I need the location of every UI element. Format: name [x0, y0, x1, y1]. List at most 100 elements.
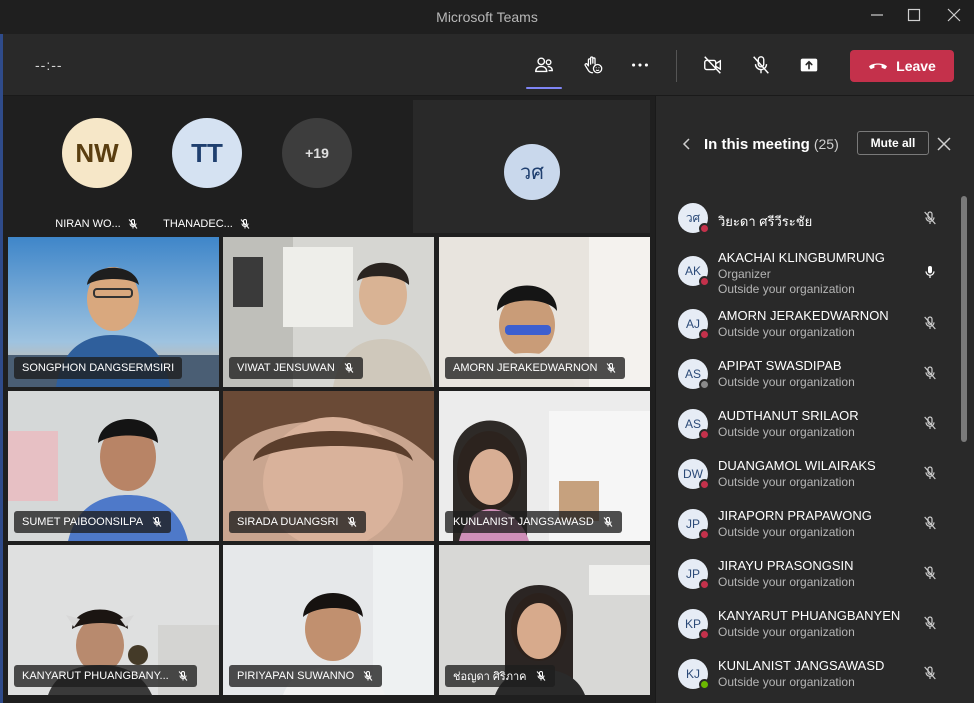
toolbar-divider — [676, 50, 677, 82]
video-tile[interactable]: KUNLANIST JANGSAWASD — [439, 391, 650, 541]
tile-name-label: SUMET PAIBOONSILPA — [14, 511, 172, 533]
tile-name-label: KUNLANIST JANGSAWASD — [445, 511, 622, 533]
participant-org: Outside your organization — [718, 425, 855, 439]
mic-off-icon — [924, 366, 936, 380]
mic-off-icon — [178, 671, 188, 681]
participant-name: AUDTHANUT SRILAOR — [718, 408, 859, 423]
panel-title: In this meeting (25) — [704, 136, 839, 153]
participant-name: JIRAPORN PRAPAWONG — [718, 508, 872, 523]
mic-off-icon — [753, 56, 769, 74]
participant-list: วศ วิยะดา ศรีวีระชัย AK AKACHAI KLINGBUM… — [656, 200, 961, 703]
participant-org: Outside your organization — [718, 575, 855, 589]
share-tray-icon — [800, 58, 818, 72]
avatar: JP — [678, 559, 710, 590]
tile-name-label: ช่อญดา ศิริภาค — [445, 665, 555, 687]
camera-toggle-button[interactable] — [699, 51, 727, 79]
video-tile[interactable]: AMORN JERAKEDWARNON — [439, 237, 650, 387]
avatar: วศ — [678, 203, 710, 234]
status-badge — [699, 679, 710, 690]
mic-off-icon — [363, 671, 373, 681]
people-icon — [535, 57, 553, 73]
camera-off-icon — [704, 56, 722, 74]
participant-name: วิยะดา ศรีวีระชัย — [718, 214, 813, 229]
video-tile[interactable]: SONGPHON DANGSERMSIRI — [8, 237, 219, 387]
participant-row[interactable]: AK AKACHAI KLINGBUMRUNG Organizer Outsid… — [656, 243, 961, 301]
status-badge — [699, 329, 710, 340]
minimize-icon[interactable] — [866, 6, 888, 28]
participant-row[interactable]: AS AUDTHANUT SRILAOR Outside your organi… — [656, 401, 961, 451]
status-badge — [699, 223, 710, 234]
participant-org: Outside your organization — [718, 675, 855, 689]
more-actions-button[interactable] — [626, 51, 654, 79]
participant-org: Outside your organization — [718, 325, 855, 339]
video-tile[interactable]: SIRADA DUANGSRI — [223, 391, 434, 541]
more-participants-button[interactable]: +19 — [282, 118, 352, 188]
mute-all-button[interactable]: Mute all — [857, 131, 929, 155]
video-tile[interactable]: SUMET PAIBOONSILPA — [8, 391, 219, 541]
mic-off-icon — [924, 416, 936, 430]
avatar: วศ — [504, 144, 560, 200]
mic-off-icon — [603, 517, 613, 527]
close-panel-icon[interactable] — [936, 136, 952, 152]
maximize-icon[interactable] — [903, 6, 925, 28]
participant-name: KANYARUT PHUANGBANYEN — [718, 608, 901, 623]
avatar: AS — [678, 359, 710, 390]
tile-name-label: VIWAT JENSUWAN — [229, 357, 363, 379]
tile-name-label: AMORN JERAKEDWARNON — [445, 357, 626, 379]
participant-name: AKACHAI KLINGBUMRUNG — [718, 250, 885, 265]
participant-row[interactable]: KJ KUNLANIST JANGSAWASD Outside your org… — [656, 651, 961, 701]
more-dots-icon — [632, 63, 648, 67]
video-tile[interactable]: ช่อญดา ศิริภาค — [439, 545, 650, 695]
avatar: AJ — [678, 309, 710, 340]
participant-row[interactable]: DW DUANGAMOL WILAIRAKS Outside your orga… — [656, 451, 961, 501]
participant-row[interactable]: JP JIRAPORN PRAPAWONG Outside your organ… — [656, 501, 961, 551]
mic-off-icon — [536, 671, 545, 681]
overflow-avatar[interactable]: TT THANADEC... — [163, 118, 250, 230]
status-badge — [699, 379, 710, 390]
hang-up-phone-icon — [869, 63, 888, 70]
participant-count: (25) — [813, 136, 839, 152]
mic-off-icon — [607, 363, 616, 373]
participant-name: APIPAT SWASDIPAB — [718, 358, 842, 373]
mic-off-icon — [924, 566, 936, 580]
tile-name-label: PIRIYAPAN SUWANNO — [229, 665, 383, 687]
mic-toggle-button[interactable] — [747, 51, 775, 79]
status-badge — [699, 276, 710, 287]
participants-button[interactable] — [526, 51, 562, 89]
overflow-avatar[interactable]: NW NIRAN WO... — [55, 118, 138, 230]
share-screen-button[interactable] — [795, 51, 823, 79]
avatar: KP — [678, 609, 710, 640]
audio-participant-tile[interactable]: วศ — [413, 100, 650, 233]
participant-name: KUNLANIST JANGSAWASD — [718, 658, 885, 673]
participant-row[interactable]: AJ AMORN JERAKEDWARNON Outside your orga… — [656, 301, 961, 351]
status-badge — [699, 529, 710, 540]
participant-row[interactable]: AS APIPAT SWASDIPAB Outside your organiz… — [656, 351, 961, 401]
video-tile[interactable]: KANYARUT PHUANGBANY... — [8, 545, 219, 695]
video-tile[interactable]: PIRIYAPAN SUWANNO — [223, 545, 434, 695]
avatar: TT — [172, 118, 242, 188]
panel-header: In this meeting (25) Mute all — [656, 131, 974, 162]
title-bar: Microsoft Teams — [0, 0, 974, 34]
mic-off-icon — [924, 316, 936, 330]
tile-name-label: SONGPHON DANGSERMSIRI — [14, 357, 183, 379]
participant-name: THANADEC... — [152, 218, 262, 230]
overflow-count: +19 — [282, 118, 352, 188]
close-icon[interactable] — [943, 6, 965, 28]
leave-button[interactable]: Leave — [850, 50, 954, 82]
raise-hand-button[interactable] — [579, 51, 607, 79]
overflow-participants: NW NIRAN WO... TT THANADEC... +19 — [3, 96, 410, 233]
mic-off-icon — [152, 517, 162, 527]
chevron-left-icon[interactable] — [680, 137, 694, 151]
video-grid: SONGPHON DANGSERMSIRI VIWAT JENSUWAN AMO… — [8, 237, 650, 697]
avatar: AK — [678, 256, 710, 287]
mic-on-icon — [925, 266, 935, 278]
participant-row[interactable]: JP JIRAYU PRASONGSIN Outside your organi… — [656, 551, 961, 601]
participant-org: Outside your organization — [718, 625, 855, 639]
panel-scrollbar[interactable] — [961, 196, 967, 442]
participant-org: Outside your organization — [718, 375, 855, 389]
video-tile[interactable]: VIWAT JENSUWAN — [223, 237, 434, 387]
tile-name-label: KANYARUT PHUANGBANY... — [14, 665, 197, 687]
mic-off-icon — [240, 219, 250, 229]
status-badge — [699, 429, 710, 440]
participant-row[interactable]: KP KANYARUT PHUANGBANYEN Outside your or… — [656, 601, 961, 651]
